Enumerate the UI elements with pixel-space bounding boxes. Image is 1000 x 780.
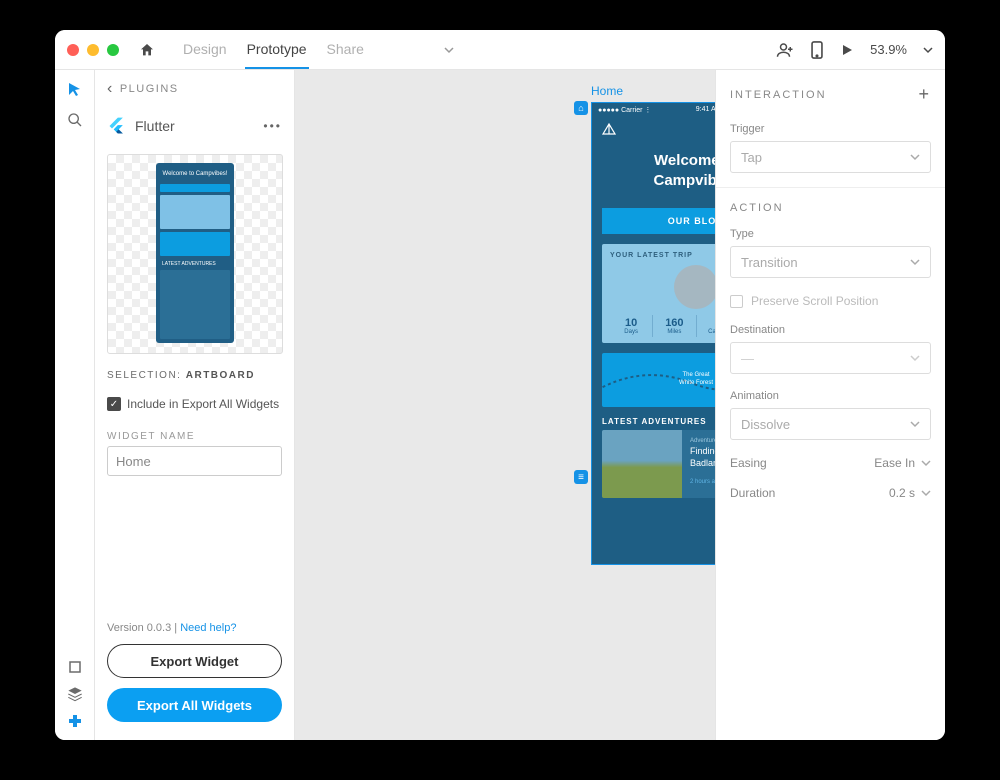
selection-label: SELECTION: ARTBOARD [95, 364, 294, 387]
tab-share[interactable]: Share [325, 31, 366, 69]
latest-adventures-label: LATEST ADVENTURES [592, 407, 715, 430]
plugin-name: Flutter [135, 118, 175, 134]
artboard-name[interactable]: Home [591, 84, 623, 98]
tent-icon [602, 123, 616, 135]
mini-adv-label: LATEST ADVENTURES [160, 259, 230, 267]
preserve-scroll-checkbox[interactable]: Preserve Scroll Position [716, 286, 945, 316]
duration-label: Duration [730, 486, 775, 500]
window-controls [67, 44, 119, 56]
check-icon: ✓ [107, 397, 121, 411]
tab-design[interactable]: Design [181, 31, 229, 69]
device-preview-icon[interactable] [810, 41, 824, 59]
type-select[interactable]: Transition [730, 246, 931, 278]
layers-icon[interactable] [67, 686, 83, 702]
back-icon[interactable]: ‹ [107, 80, 114, 98]
animation-select[interactable]: Dissolve [730, 408, 931, 440]
zoom-dropdown-icon[interactable] [923, 45, 933, 55]
trigger-label: Trigger [730, 123, 931, 135]
artboard-preview: Welcome to Campvibes! LATEST ADVENTURES [107, 154, 283, 354]
interaction-heading: INTERACTION [730, 89, 827, 101]
mini-title: Welcome to Campvibes! [160, 167, 230, 181]
destination-select[interactable]: — [730, 342, 931, 374]
home-icon[interactable] [139, 42, 155, 58]
map-card: The GreatWhite Forest [602, 353, 715, 407]
adventure-item: Adventures Finding Beauty in the Badland… [602, 430, 715, 498]
minimize-window-button[interactable] [87, 44, 99, 56]
export-widget-button[interactable]: Export Widget [107, 644, 282, 678]
widget-name-input[interactable]: Home [107, 446, 282, 476]
select-tool-icon[interactable] [67, 82, 83, 98]
tool-rail [55, 70, 95, 740]
welcome-title: Welcome toCampvibes! [592, 141, 715, 208]
panel-title: PLUGINS [120, 83, 179, 95]
plugin-panel: ‹ PLUGINS Flutter ••• Welcome to Campvib… [95, 70, 295, 740]
easing-select[interactable]: Ease In [874, 456, 931, 470]
widget-name-label: WIDGET NAME [95, 421, 294, 446]
export-all-button[interactable]: Export All Widgets [107, 688, 282, 722]
zoom-level[interactable]: 53.9% [870, 42, 907, 57]
tab-prototype[interactable]: Prototype [245, 31, 309, 69]
invite-icon[interactable] [776, 41, 794, 59]
status-bar: ●●●●● Carrier ⋮ 9:41 AM ⧗ 42% ▮ [592, 103, 715, 117]
duration-input[interactable]: 0.2 s [889, 486, 931, 500]
search-icon[interactable] [67, 112, 83, 128]
our-blog-button: OUR BLOG [602, 208, 715, 234]
add-interaction-icon[interactable]: + [918, 84, 931, 105]
app-window: Design Prototype Share 53.9% [55, 30, 945, 740]
destination-label: Destination [730, 324, 931, 336]
zoom-window-button[interactable] [107, 44, 119, 56]
include-export-checkbox[interactable]: ✓ Include in Export All Widgets [95, 387, 294, 421]
canvas[interactable]: Home ⌂ ≡ › ●●●●● Carrier ⋮ 9:41 AM ⧗ 42%… [295, 70, 715, 740]
help-link[interactable]: Need help? [180, 622, 236, 634]
titlebar: Design Prototype Share 53.9% [55, 30, 945, 70]
close-window-button[interactable] [67, 44, 79, 56]
mode-tabs: Design Prototype Share [181, 31, 366, 69]
doc-dropdown-icon[interactable] [444, 45, 454, 55]
type-label: Type [730, 228, 931, 240]
plugins-icon[interactable] [68, 714, 82, 728]
artboard-scroll-badge[interactable]: ≡ [574, 470, 588, 484]
action-heading: ACTION [716, 187, 945, 220]
inspector: INTERACTION + Trigger Tap ACTION Type Tr… [715, 70, 945, 740]
flutter-logo-icon [107, 116, 127, 136]
artboard-home[interactable]: ⌂ ≡ › ●●●●● Carrier ⋮ 9:41 AM ⧗ 42% ▮ We… [591, 102, 715, 565]
easing-label: Easing [730, 456, 767, 470]
panel-header: ‹ PLUGINS [95, 70, 294, 108]
version-text: Version 0.0.3 | Need help? [107, 622, 282, 634]
latest-trip-card: YOUR LATEST TRIP 10Days 160Miles 5Camps … [602, 244, 715, 343]
plugin-menu-icon[interactable]: ••• [263, 119, 282, 133]
animation-label: Animation [730, 390, 931, 402]
plugin-row: Flutter ••• [95, 108, 294, 144]
artboard-home-badge[interactable]: ⌂ [574, 101, 588, 115]
trigger-select[interactable]: Tap [730, 141, 931, 173]
artboard-icon[interactable] [68, 660, 82, 674]
play-icon[interactable] [840, 43, 854, 57]
